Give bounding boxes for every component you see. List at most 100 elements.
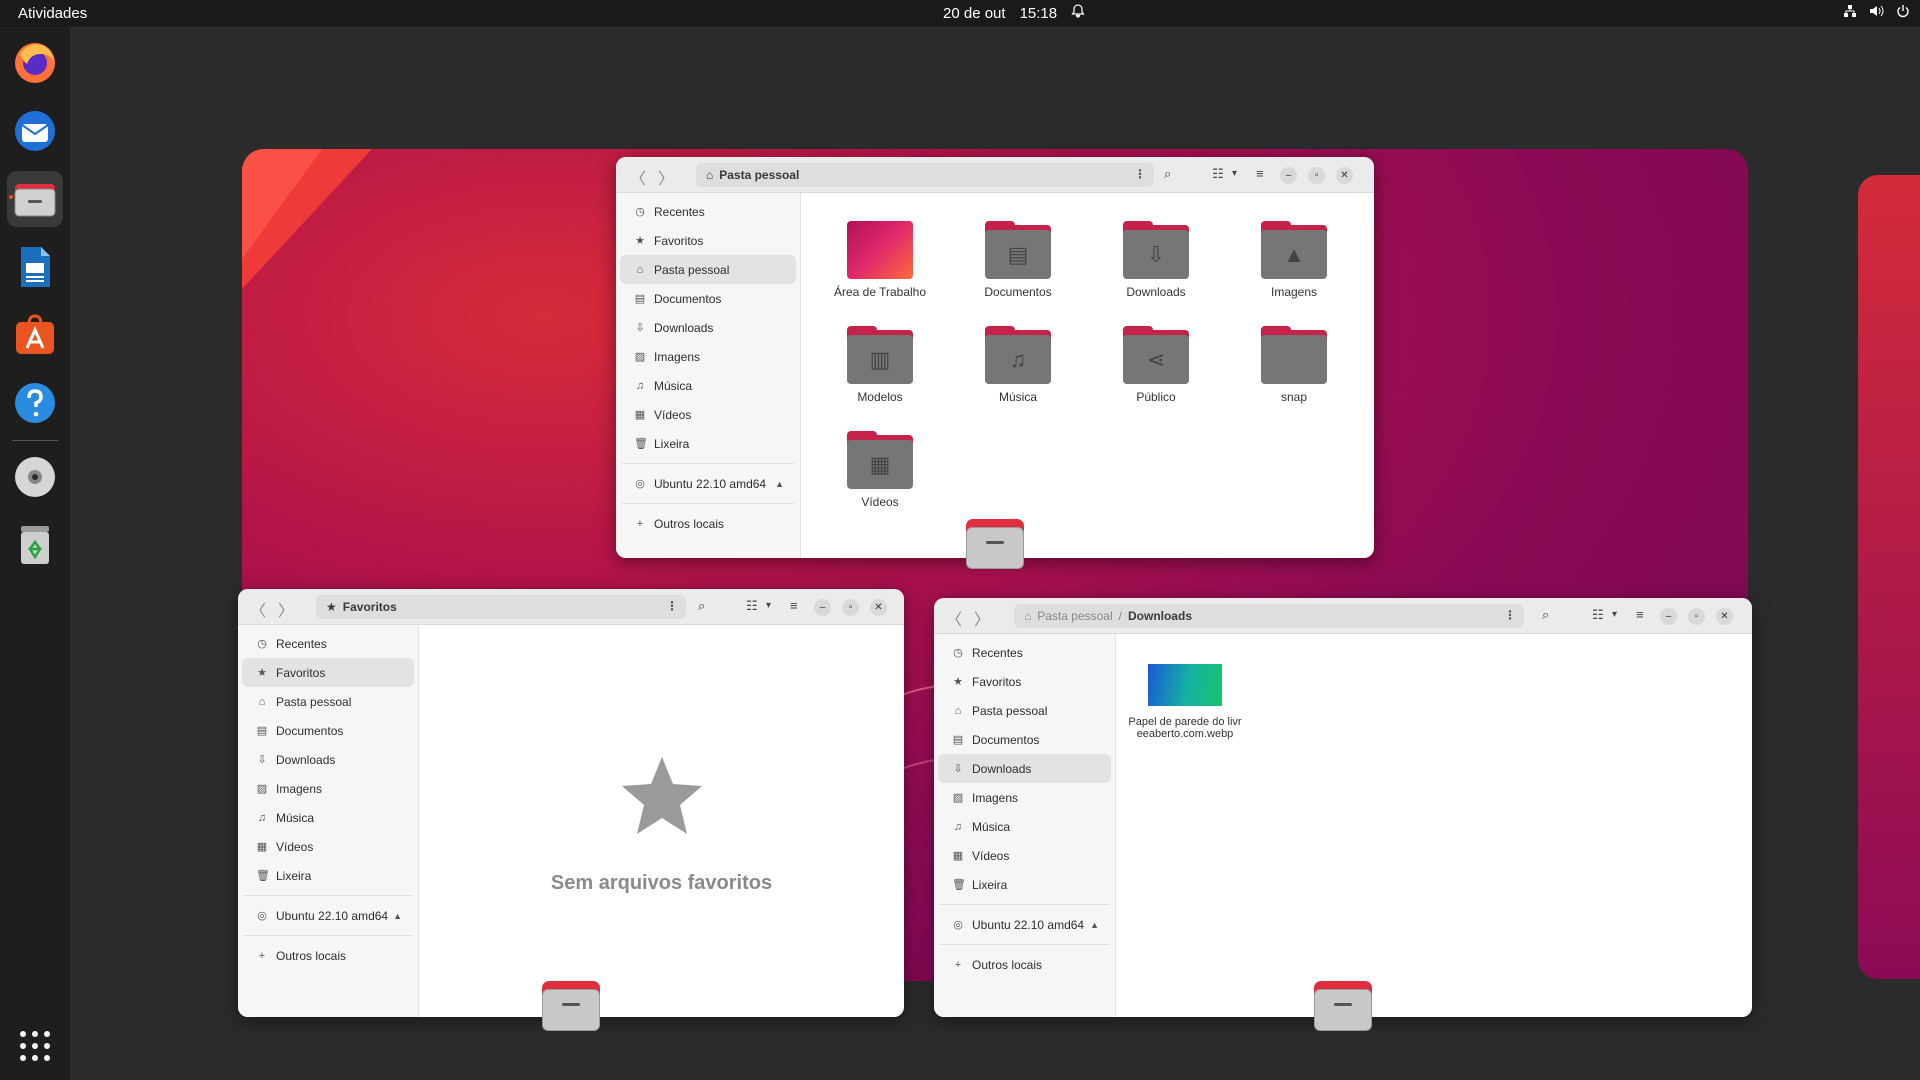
trash-icon[interactable]	[7, 517, 63, 573]
menu-icon[interactable]: ≡	[1636, 607, 1644, 622]
maximize-button[interactable]: ▫	[1688, 608, 1705, 625]
view-list-icon[interactable]: ☷	[746, 598, 758, 614]
activities-button[interactable]: Atividades	[18, 5, 87, 22]
sidebar-item-favoritos[interactable]: ★ Favoritos	[620, 226, 796, 255]
help-icon[interactable]	[7, 375, 63, 431]
chevron-down-icon[interactable]: ▾	[1612, 609, 1617, 620]
file-item-downloads[interactable]: ⇩ Downloads	[1097, 221, 1215, 299]
thunderbird-icon[interactable]	[7, 103, 63, 159]
next-workspace-thumbnail[interactable]	[1858, 175, 1920, 979]
sidebar-item-downloads[interactable]: ⇩ Downloads	[938, 754, 1111, 783]
files-icon[interactable]	[7, 171, 63, 227]
menu-icon[interactable]: ≡	[790, 598, 798, 613]
forward-button[interactable]: 〉	[278, 597, 294, 621]
sidebar-item-recentes[interactable]: ◷ Recentes	[242, 629, 414, 658]
show-apps-grid-icon[interactable]	[7, 1018, 63, 1074]
maximize-button[interactable]: ▫	[1308, 167, 1325, 184]
file-item-snap[interactable]: snap	[1235, 326, 1353, 404]
forward-button[interactable]: 〉	[974, 606, 990, 630]
sidebar-item-videos[interactable]: ▦ Vídeos	[242, 832, 414, 861]
volume-icon[interactable]	[1869, 4, 1884, 22]
sidebar-item-musica[interactable]: ♫ Música	[242, 803, 414, 832]
sidebar-item-recentes[interactable]: ◷ Recentes	[620, 197, 796, 226]
search-icon[interactable]: ⌕	[1542, 607, 1549, 623]
path-menu-icon[interactable]: ⋮	[1134, 167, 1146, 181]
file-item-wallpaper[interactable]: Papel de parede do livreeaberto.com.webp	[1126, 664, 1244, 740]
sidebar-item-volume[interactable]: ◎ Ubuntu 22.10 amd64 ▲	[620, 469, 796, 498]
file-item-imagens[interactable]: ▲ Imagens	[1235, 221, 1353, 299]
file-item-videos[interactable]: ▦ Vídeos	[821, 431, 939, 509]
sidebar-item-outros-locais[interactable]: + Outros locais	[620, 509, 796, 538]
maximize-button[interactable]: ▫	[842, 599, 859, 616]
sidebar-item-imagens[interactable]: ▨ Imagens	[938, 783, 1111, 812]
writer-icon[interactable]	[7, 239, 63, 295]
firefox-icon[interactable]	[7, 35, 63, 91]
search-icon[interactable]: ⌕	[1164, 166, 1171, 182]
sidebar-item-lixeira[interactable]: 🗑 Lixeira	[938, 870, 1111, 899]
sidebar-item-lixeira[interactable]: 🗑 Lixeira	[242, 861, 414, 890]
forward-button[interactable]: 〉	[658, 165, 674, 189]
back-button[interactable]: 〈	[946, 606, 962, 630]
sidebar-item-pasta-pessoal[interactable]: ⌂ Pasta pessoal	[938, 696, 1111, 725]
view-list-icon[interactable]: ☷	[1592, 607, 1604, 623]
sidebar-item-downloads[interactable]: ⇩ Downloads	[242, 745, 414, 774]
eject-icon[interactable]: ▲	[1090, 920, 1099, 930]
system-tray[interactable]	[1843, 4, 1910, 22]
sidebar-item-musica[interactable]: ♫ Música	[938, 812, 1111, 841]
sidebar-item-favoritos[interactable]: ★ Favoritos	[242, 658, 414, 687]
sidebar-item-favoritos[interactable]: ★ Favoritos	[938, 667, 1111, 696]
file-item-modelos[interactable]: ▥ Modelos	[821, 326, 939, 404]
files-window-home[interactable]: 〈 〉 ⌂ Pasta pessoal ⋮ ⌕ ☷ ▾ ≡ – ▫ ✕ ◷ Rec…	[616, 157, 1374, 558]
chevron-down-icon[interactable]: ▾	[766, 600, 771, 611]
minimize-button[interactable]: –	[1660, 608, 1677, 625]
back-button[interactable]: 〈	[630, 165, 646, 189]
app-center-icon[interactable]	[7, 307, 63, 363]
path-bar[interactable]: ⌂ Pasta pessoal / Downloads ⋮	[1014, 604, 1524, 628]
sidebar-item-videos[interactable]: ▦ Vídeos	[938, 841, 1111, 870]
sidebar-item-pasta-pessoal[interactable]: ⌂ Pasta pessoal	[620, 255, 796, 284]
path-bar[interactable]: ★ Favoritos ⋮	[316, 595, 686, 619]
search-icon[interactable]: ⌕	[698, 598, 705, 614]
files-window-favoritos[interactable]: 〈 〉 ★ Favoritos ⋮ ⌕ ☷ ▾ ≡ – ▫ ✕ ◷ Recente…	[238, 589, 904, 1017]
sidebar-item-musica[interactable]: ♫ Música	[620, 371, 796, 400]
eject-icon[interactable]: ▲	[393, 911, 402, 921]
sidebar-item-recentes[interactable]: ◷ Recentes	[938, 638, 1111, 667]
path-segment-parent[interactable]: Pasta pessoal	[1037, 609, 1112, 623]
menu-icon[interactable]: ≡	[1256, 166, 1264, 181]
chevron-down-icon[interactable]: ▾	[1232, 168, 1237, 179]
sidebar-item-documentos[interactable]: ▤ Documentos	[620, 284, 796, 313]
path-segment-current[interactable]: Downloads	[1128, 609, 1192, 623]
sidebar-item-imagens[interactable]: ▨ Imagens	[242, 774, 414, 803]
close-button[interactable]: ✕	[1336, 167, 1353, 184]
sidebar-item-outros-locais[interactable]: + Outros locais	[938, 950, 1111, 979]
view-list-icon[interactable]: ☷	[1212, 166, 1224, 182]
sidebar-item-imagens[interactable]: ▨ Imagens	[620, 342, 796, 371]
sidebar-item-outros-locais[interactable]: + Outros locais	[242, 941, 414, 970]
sidebar-item-documentos[interactable]: ▤ Documentos	[938, 725, 1111, 754]
file-item-area-de-trabalho[interactable]: Área de Trabalho	[821, 221, 939, 299]
sidebar-item-pasta-pessoal[interactable]: ⌂ Pasta pessoal	[242, 687, 414, 716]
network-icon[interactable]	[1843, 4, 1857, 22]
path-menu-icon[interactable]: ⋮	[666, 599, 678, 613]
sidebar-item-volume[interactable]: ◎ Ubuntu 22.10 amd64 ▲	[242, 901, 414, 930]
sidebar-item-volume[interactable]: ◎ Ubuntu 22.10 amd64 ▲	[938, 910, 1111, 939]
files-window-downloads[interactable]: 〈 〉 ⌂ Pasta pessoal / Downloads ⋮ ⌕ ☷ ▾ …	[934, 598, 1752, 1017]
sidebar-item-videos[interactable]: ▦ Vídeos	[620, 400, 796, 429]
path-bar[interactable]: ⌂ Pasta pessoal ⋮	[696, 163, 1154, 187]
close-button[interactable]: ✕	[870, 599, 887, 616]
back-button[interactable]: 〈	[250, 597, 266, 621]
file-item-documentos[interactable]: ▤ Documentos	[959, 221, 1077, 299]
minimize-button[interactable]: –	[814, 599, 831, 616]
file-item-publico[interactable]: ⋖ Público	[1097, 326, 1215, 404]
path-menu-icon[interactable]: ⋮	[1504, 608, 1516, 622]
clock[interactable]: 20 de out 15:18	[943, 4, 1113, 22]
file-item-musica[interactable]: ♫ Música	[959, 326, 1077, 404]
power-icon[interactable]	[1896, 4, 1910, 22]
eject-icon[interactable]: ▲	[775, 479, 784, 489]
sidebar-item-downloads[interactable]: ⇩ Downloads	[620, 313, 796, 342]
close-button[interactable]: ✕	[1716, 608, 1733, 625]
sidebar-item-lixeira[interactable]: 🗑 Lixeira	[620, 429, 796, 458]
sidebar-item-documentos[interactable]: ▤ Documentos	[242, 716, 414, 745]
disc-icon[interactable]	[7, 449, 63, 505]
minimize-button[interactable]: –	[1280, 167, 1297, 184]
